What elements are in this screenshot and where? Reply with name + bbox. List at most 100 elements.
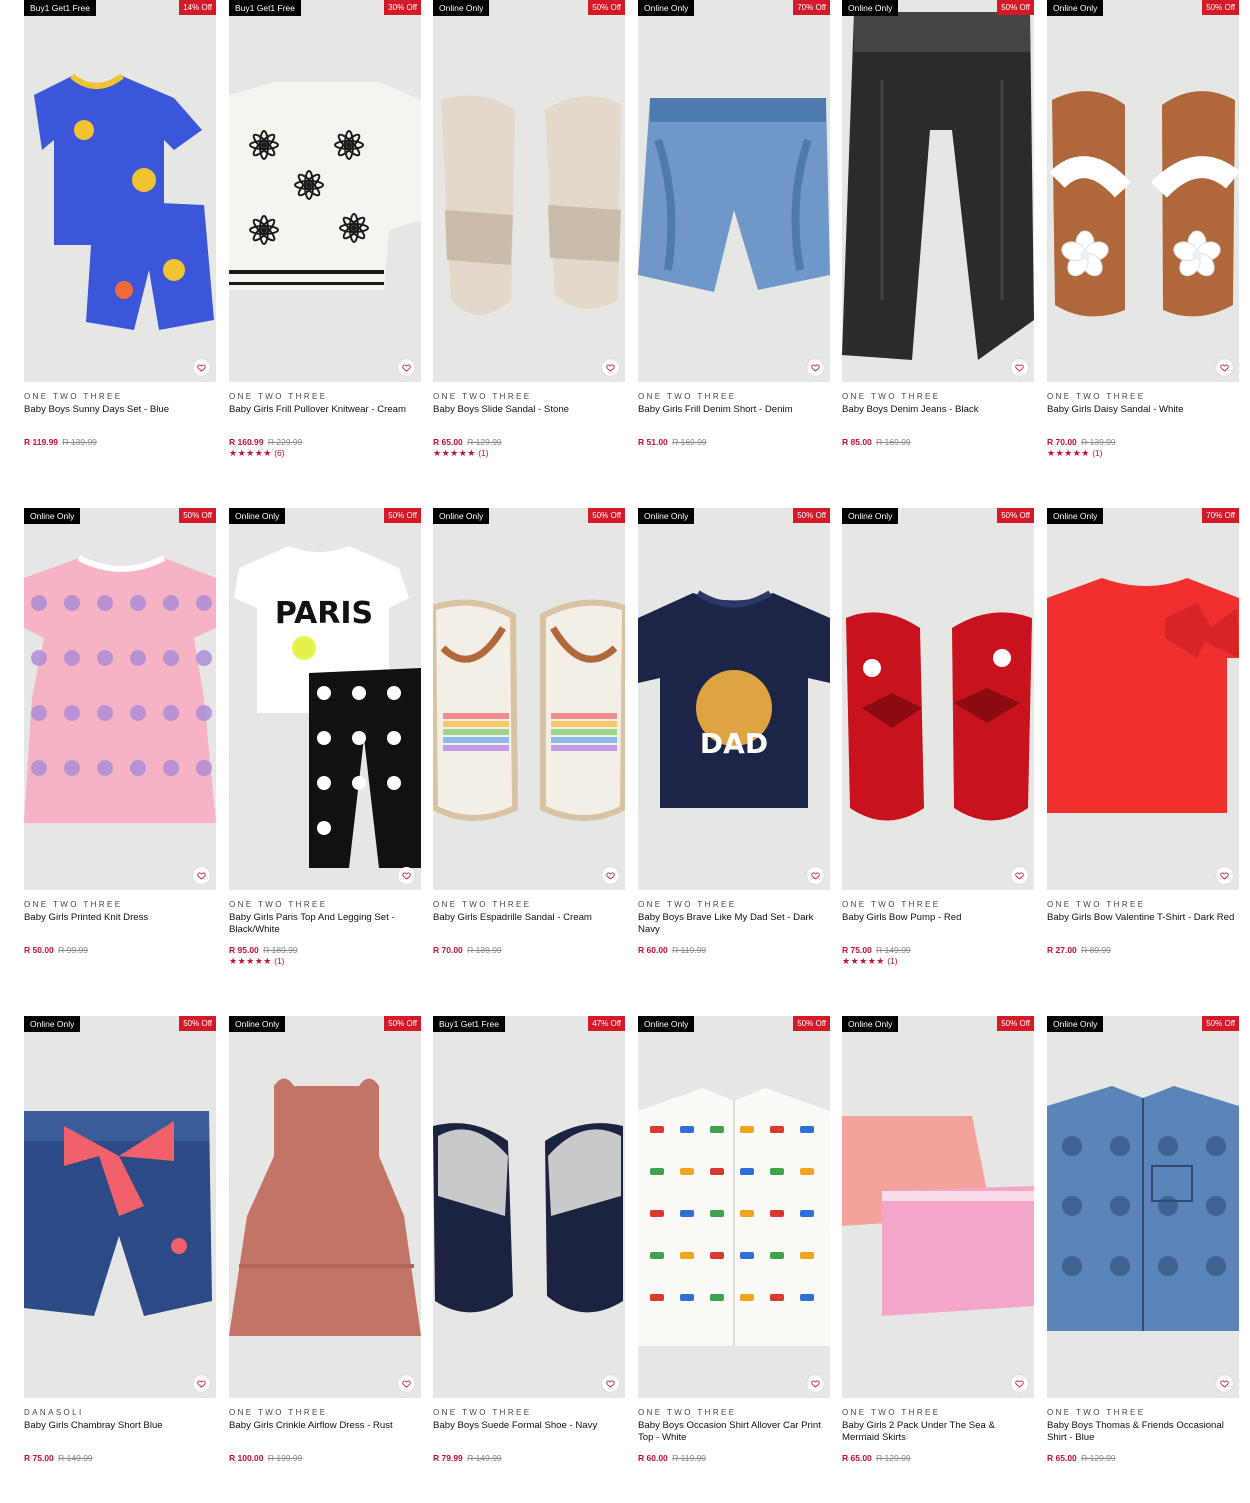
sale-price: R 95.00 — [229, 945, 259, 955]
wishlist-button[interactable] — [1011, 867, 1028, 884]
product-card-14[interactable]: Online Only 50% Off ONE TWO THREE Baby G… — [229, 1016, 421, 1463]
product-name[interactable]: Baby Boys Denim Jeans - Black — [842, 404, 1034, 430]
sale-price: R 65.00 — [1047, 1453, 1077, 1463]
product-image[interactable]: Online Only 50% Off — [433, 508, 625, 890]
wishlist-button[interactable] — [1011, 1375, 1028, 1392]
product-card-8[interactable]: PARIS Online Only 50% Off ONE TWO THREE … — [229, 508, 421, 966]
product-card-10[interactable]: DAD Online Only 50% Off ONE TWO THREE Ba… — [638, 508, 830, 955]
product-card-11[interactable]: Online Only 50% Off ONE TWO THREE Baby G… — [842, 508, 1034, 966]
product-name[interactable]: Baby Girls Printed Knit Dress — [24, 912, 216, 938]
wishlist-button[interactable] — [193, 359, 210, 376]
wishlist-button[interactable] — [602, 359, 619, 376]
brand-name: ONE TWO THREE — [24, 900, 123, 909]
wishlist-button[interactable] — [398, 867, 415, 884]
wishlist-button[interactable] — [1011, 359, 1028, 376]
wishlist-button[interactable] — [1216, 359, 1233, 376]
star-rating: ★★★★★ — [433, 448, 476, 458]
brand-name: ONE TWO THREE — [229, 392, 328, 401]
product-image[interactable]: Online Only 50% Off — [1047, 1016, 1239, 1398]
product-image[interactable]: Online Only 50% Off — [638, 1016, 830, 1398]
product-name[interactable]: Baby Boys Occasion Shirt Allover Car Pri… — [638, 1420, 830, 1446]
product-name[interactable]: Baby Boys Sunny Days Set - Blue — [24, 404, 216, 430]
product-image[interactable]: Online Only 50% Off — [842, 0, 1034, 382]
wishlist-button[interactable] — [807, 867, 824, 884]
brand-name: ONE TWO THREE — [229, 900, 328, 909]
product-image[interactable]: Online Only 70% Off — [1047, 508, 1239, 890]
product-name[interactable]: Baby Girls Bow Pump - Red — [842, 912, 1034, 938]
product-image[interactable]: Buy1 Get1 Free 14% Off — [24, 0, 216, 382]
sale-price: R 75.00 — [842, 945, 872, 955]
product-card-2[interactable]: Buy1 Get1 Free 30% Off ONE TWO THREE Bab… — [229, 0, 421, 458]
product-illustration — [1047, 578, 1239, 813]
product-card-3[interactable]: Online Only 50% Off ONE TWO THREE Baby B… — [433, 0, 625, 458]
product-card-12[interactable]: Online Only 70% Off ONE TWO THREE Baby G… — [1047, 508, 1239, 955]
product-name[interactable]: Baby Boys Thomas & Friends Occasional Sh… — [1047, 1420, 1239, 1446]
product-name[interactable]: Baby Boys Brave Like My Dad Set - Dark N… — [638, 912, 830, 938]
product-image[interactable]: Online Only 50% Off — [1047, 0, 1239, 382]
wishlist-button[interactable] — [807, 359, 824, 376]
wishlist-button[interactable] — [807, 1375, 824, 1392]
product-card-7[interactable]: Online Only 50% Off ONE TWO THREE Baby G… — [24, 508, 216, 955]
product-card-13[interactable]: Online Only 50% Off DANASOLI Baby Girls … — [24, 1016, 216, 1463]
product-image[interactable]: Online Only 50% Off — [842, 1016, 1034, 1398]
product-image[interactable]: PARIS Online Only 50% Off — [229, 508, 421, 890]
product-name[interactable]: Baby Girls Chambray Short Blue — [24, 1420, 216, 1446]
product-card-16[interactable]: Online Only 50% Off ONE TWO THREE Baby B… — [638, 1016, 830, 1463]
sale-price: R 85.00 — [842, 437, 872, 447]
original-price: R 169.99 — [876, 437, 911, 447]
wishlist-button[interactable] — [1216, 1375, 1233, 1392]
product-name[interactable]: Baby Girls Bow Valentine T-Shirt - Dark … — [1047, 912, 1239, 938]
price-row: R 27.00 R 89.99 — [1047, 945, 1239, 955]
product-image[interactable]: Online Only 50% Off — [229, 1016, 421, 1398]
product-card-17[interactable]: Online Only 50% Off ONE TWO THREE Baby G… — [842, 1016, 1034, 1463]
promo-tag: Online Only — [24, 508, 81, 524]
brand-name: ONE TWO THREE — [1047, 392, 1146, 401]
promo-tag: Online Only — [433, 0, 490, 16]
promo-tag: Buy1 Get1 Free — [433, 1016, 506, 1032]
product-card-6[interactable]: Online Only 50% Off ONE TWO THREE Baby G… — [1047, 0, 1239, 458]
brand-name: ONE TWO THREE — [842, 1408, 941, 1417]
product-card-4[interactable]: Online Only 70% Off ONE TWO THREE Baby G… — [638, 0, 830, 447]
discount-badge: 50% Off — [384, 508, 421, 523]
product-illustration — [24, 1111, 212, 1316]
product-name[interactable]: Baby Girls Paris Top And Legging Set - B… — [229, 912, 421, 938]
heart-icon — [1220, 364, 1229, 372]
product-image[interactable]: Buy1 Get1 Free 47% Off — [433, 1016, 625, 1398]
product-name[interactable]: Baby Boys Suede Formal Shoe - Navy — [433, 1420, 625, 1446]
product-name[interactable]: Baby Girls Frill Pullover Knitwear - Cre… — [229, 404, 421, 430]
product-image[interactable]: Buy1 Get1 Free 30% Off — [229, 0, 421, 382]
product-name[interactable]: Baby Girls Frill Denim Short - Denim — [638, 404, 830, 430]
brand-name: ONE TWO THREE — [638, 900, 737, 909]
wishlist-button[interactable] — [193, 867, 210, 884]
wishlist-button[interactable] — [1216, 867, 1233, 884]
product-card-15[interactable]: Buy1 Get1 Free 47% Off ONE TWO THREE Bab… — [433, 1016, 625, 1463]
wishlist-button[interactable] — [398, 1375, 415, 1392]
product-name[interactable]: Baby Girls Espadrille Sandal - Cream — [433, 912, 625, 938]
rating: ★★★★★ (1) — [842, 956, 1034, 966]
product-name[interactable]: Baby Girls Daisy Sandal - White — [1047, 404, 1239, 430]
product-name[interactable]: Baby Girls Crinkle Airflow Dress - Rust — [229, 1420, 421, 1446]
promo-tag: Online Only — [638, 1016, 695, 1032]
original-price: R 129.99 — [876, 1453, 911, 1463]
product-name[interactable]: Baby Boys Slide Sandal - Stone — [433, 404, 625, 430]
product-image[interactable]: Online Only 50% Off — [24, 508, 216, 890]
product-image[interactable]: Online Only 50% Off — [24, 1016, 216, 1398]
product-image[interactable]: Online Only 50% Off — [842, 508, 1034, 890]
product-card-18[interactable]: Online Only 50% Off ONE TWO THREE Baby B… — [1047, 1016, 1239, 1463]
brand-name: DANASOLI — [24, 1408, 84, 1417]
wishlist-button[interactable] — [602, 867, 619, 884]
product-card-5[interactable]: Online Only 50% Off ONE TWO THREE Baby B… — [842, 0, 1034, 447]
sale-price: R 51.00 — [638, 437, 668, 447]
product-image[interactable]: Online Only 70% Off — [638, 0, 830, 382]
product-image[interactable]: DAD Online Only 50% Off — [638, 508, 830, 890]
wishlist-button[interactable] — [398, 359, 415, 376]
wishlist-button[interactable] — [602, 1375, 619, 1392]
wishlist-button[interactable] — [193, 1375, 210, 1392]
product-name[interactable]: Baby Girls 2 Pack Under The Sea & Mermai… — [842, 1420, 1034, 1446]
promo-tag: Buy1 Get1 Free — [229, 0, 302, 16]
product-card-9[interactable]: Online Only 50% Off ONE TWO THREE Baby G… — [433, 508, 625, 955]
product-image[interactable]: Online Only 50% Off — [433, 0, 625, 382]
product-card-1[interactable]: Buy1 Get1 Free 14% Off ONE TWO THREE Bab… — [24, 0, 216, 447]
price-row: R 95.00 R 189.99 — [229, 945, 421, 955]
sale-price: R 75.00 — [24, 1453, 54, 1463]
